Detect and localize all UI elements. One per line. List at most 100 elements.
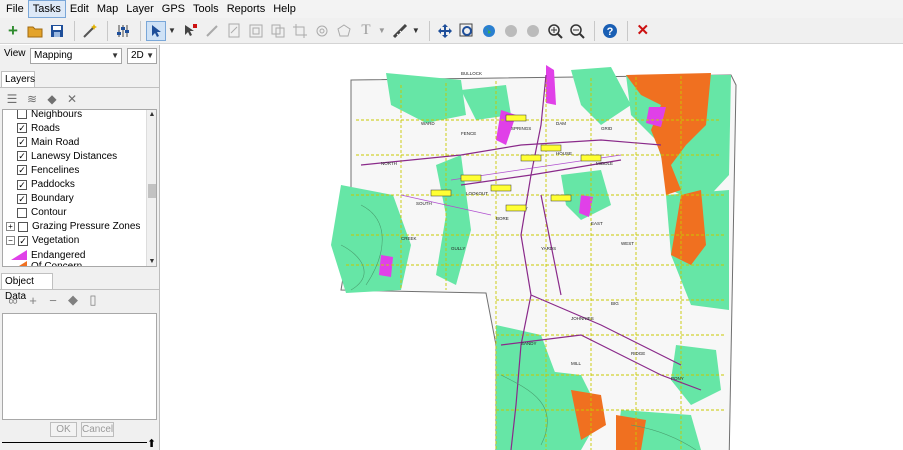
layer-checkbox[interactable]: ✓ (17, 179, 27, 190)
paddock-label: GRID (601, 126, 613, 131)
layer-checkbox[interactable]: ✓ (18, 235, 28, 246)
zoom-extent-icon[interactable] (457, 21, 477, 41)
scroll-thumb[interactable] (148, 184, 156, 198)
link-icon[interactable]: ∞ (3, 292, 23, 308)
save-icon[interactable] (47, 21, 67, 41)
layer-item[interactable]: Contour (17, 206, 67, 220)
menu-bar: File Tasks Edit Map Layer GPS Tools Reports Help (0, 0, 903, 18)
layer-item[interactable]: ✓ Boundary (17, 192, 74, 206)
menu-file[interactable]: File (2, 1, 28, 17)
menu-help[interactable]: Help (269, 1, 300, 17)
layer-checkbox[interactable] (17, 110, 27, 119)
layer-item[interactable]: ✓ Lanewsy Distances (17, 149, 117, 163)
globe-icon[interactable] (479, 21, 499, 41)
menu-gps[interactable]: GPS (158, 1, 189, 17)
layer-item[interactable]: Neighbours (17, 110, 82, 121)
zoom-out-icon[interactable] (567, 21, 587, 41)
expand-icon[interactable]: + (6, 222, 15, 232)
copy-icon[interactable] (268, 21, 288, 41)
layer-item[interactable]: ✓ Fencelines (17, 163, 79, 177)
attachment-icon[interactable]: ▯ (83, 292, 103, 308)
zoom-in-icon[interactable] (545, 21, 565, 41)
delete-icon[interactable]: ✕ (62, 90, 82, 108)
paddock-label: YARDS (541, 246, 556, 251)
menu-tools[interactable]: Tools (189, 1, 223, 17)
polygon-icon[interactable] (334, 21, 354, 41)
paddock-label: MILL (571, 361, 582, 366)
plus-icon[interactable]: + (23, 292, 43, 308)
scroll-up-icon[interactable]: ▲ (147, 111, 156, 118)
tab-object-data[interactable]: Object Data (1, 273, 53, 302)
layer-checkbox[interactable]: ✓ (17, 137, 27, 148)
menu-reports[interactable]: Reports (223, 1, 270, 17)
layer-checkbox[interactable]: ✓ (17, 123, 27, 134)
tag-icon[interactable]: ◆ (63, 292, 83, 308)
globe-refresh-icon[interactable] (523, 21, 543, 41)
toolbar-separator (593, 20, 595, 41)
layer-scrollbar[interactable]: ▲ ▼ (146, 110, 156, 266)
tab-layers-label: Layers (5, 74, 36, 85)
minus-icon[interactable]: − (43, 292, 63, 308)
pencil-icon[interactable] (202, 21, 222, 41)
crop-icon[interactable] (290, 21, 310, 41)
of-concern-patch (616, 415, 646, 450)
view-mode-select[interactable]: Mapping ▼ (30, 48, 122, 64)
layer-item[interactable]: + Grazing Pressure Zones (6, 220, 140, 234)
chevron-down-icon[interactable]: ▼ (168, 26, 176, 35)
measure-icon[interactable] (390, 21, 410, 41)
eraser-icon[interactable]: ◆ (42, 90, 62, 108)
magic-wand-icon[interactable] (80, 21, 100, 41)
layer-item[interactable]: − ✓ Vegetation (6, 234, 79, 248)
pan-icon[interactable] (435, 21, 455, 41)
view-dimension-select[interactable]: 2D ▼ (127, 48, 157, 64)
chevron-down-icon[interactable]: ▼ (378, 26, 386, 35)
paddock-label: FENCE (461, 131, 476, 136)
ok-button[interactable]: OK (50, 422, 77, 437)
map-label-box (505, 114, 527, 122)
edit-page-icon[interactable] (224, 21, 244, 41)
divider (0, 87, 159, 88)
scroll-down-icon[interactable]: ▼ (147, 258, 156, 265)
layer-label: Boundary (31, 193, 74, 205)
select-arrow-icon[interactable] (146, 20, 166, 41)
open-folder-icon[interactable] (25, 21, 45, 41)
layer-item[interactable]: ✓ Main Road (17, 135, 79, 149)
sliders-icon[interactable] (113, 21, 133, 41)
help-icon[interactable]: ? (600, 21, 620, 41)
cancel-button[interactable]: Cancel (81, 422, 114, 437)
layer-item[interactable]: ✓ Paddocks (17, 178, 75, 192)
menu-edit[interactable]: Edit (66, 1, 93, 17)
tab-layers[interactable]: Layers (1, 71, 35, 87)
layer-stack-icon[interactable]: ☰ (2, 90, 22, 108)
layer-checkbox[interactable] (17, 207, 27, 218)
map-canvas[interactable]: BULLOCK WARD FENCE SPRINGS DAM GRID HOUSE MIDDL… (161, 45, 903, 450)
layer-checkbox[interactable] (18, 221, 28, 232)
collapse-icon[interactable]: − (6, 236, 15, 246)
chevron-down-icon: ▼ (146, 51, 154, 60)
paddock-label: BORE (496, 216, 509, 221)
menu-map[interactable]: Map (93, 1, 122, 17)
frame-icon[interactable] (246, 21, 266, 41)
layer-checkbox[interactable]: ✓ (17, 193, 27, 204)
chevron-down-icon[interactable]: ▼ (412, 26, 420, 35)
shape-icon[interactable] (312, 21, 332, 41)
paddock-label: DAM (556, 121, 566, 126)
map-label-box (580, 154, 602, 162)
main-toolbar: + ▼ T ▼ ▼ ? ✕ (0, 18, 903, 44)
pointer-edit-icon[interactable] (180, 21, 200, 41)
globe-refresh-icon[interactable] (501, 21, 521, 41)
menu-tasks[interactable]: Tasks (27, 0, 66, 18)
layer-add-icon[interactable]: ≋ (22, 90, 42, 108)
toolbar-separator (626, 20, 628, 41)
layer-checkbox[interactable]: ✓ (17, 151, 27, 162)
text-tool-icon[interactable]: T (356, 21, 376, 41)
layer-item[interactable]: ✓ Roads (17, 121, 60, 135)
toolbar-separator (140, 20, 141, 41)
menu-layer[interactable]: Layer (122, 1, 158, 17)
layer-checkbox[interactable]: ✓ (17, 165, 27, 176)
paddock-label: MIDDLE (596, 161, 613, 166)
add-icon[interactable]: + (3, 21, 23, 41)
scale-bar (2, 442, 147, 445)
map-drawing: BULLOCK WARD FENCE SPRINGS DAM GRID HOUSE MIDDL… (331, 65, 737, 450)
close-icon[interactable]: ✕ (633, 21, 653, 41)
